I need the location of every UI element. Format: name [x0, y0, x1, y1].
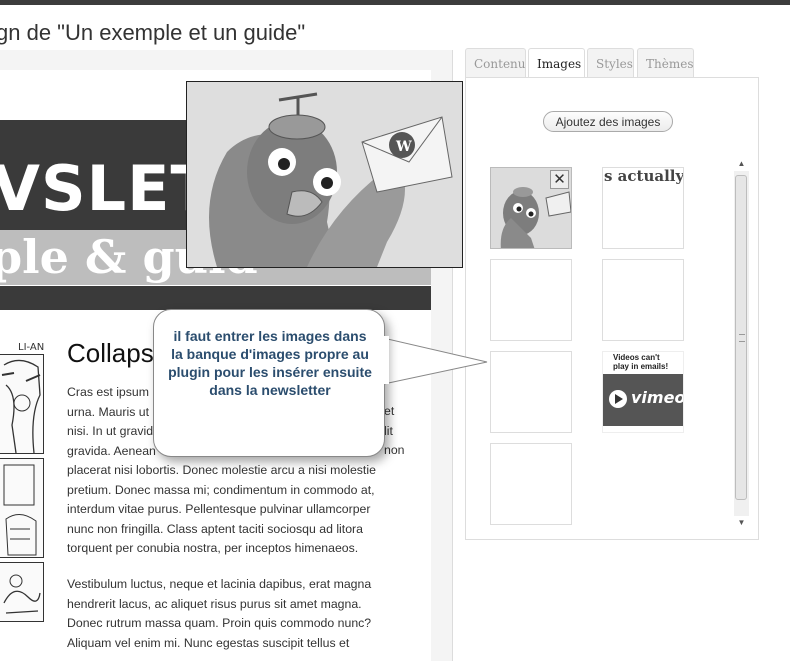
text-line: pretium. Donec massa mi; condimentum in … [67, 482, 375, 497]
add-images-button[interactable]: Ajoutez des images [543, 111, 673, 132]
tab-images[interactable]: Images [528, 48, 585, 79]
paragraph-fragments: et lit non [384, 402, 405, 461]
vimeo-caption-area: Videos can't play in emails! [603, 352, 683, 374]
text-line: Donec rutrum massa quam. Proin quis comm… [67, 616, 372, 630]
vimeo-player: vimeo [603, 374, 684, 426]
comic-panel [0, 354, 44, 454]
comic-image[interactable]: LI-AN [0, 340, 46, 625]
text-line: hendrerit lacus, ac aliquet risus purus … [67, 596, 362, 611]
callout-pointer-joint [383, 336, 389, 384]
text-line: Vestibulum luctus, neque et lacinia dapi… [67, 577, 372, 591]
tab-styles[interactable]: Styles [587, 48, 634, 77]
play-icon [609, 390, 627, 408]
banner-strip [0, 286, 431, 310]
remove-image-button[interactable]: ✕ [550, 170, 569, 189]
page-title: gn de "Un exemple et un guide" [0, 20, 306, 45]
thumb-text: s actually [604, 167, 684, 185]
callout-pointer [378, 336, 488, 386]
callout-text: il faut entrer les images dans la banque… [168, 328, 372, 398]
article-paragraph-2: Vestibulum luctus, neque et lacinia dapi… [67, 575, 412, 653]
comic-drawing-icon [1, 359, 41, 454]
tab-contenu[interactable]: Contenu [465, 48, 526, 77]
comic-tag: LI-AN [18, 342, 45, 353]
vimeo-caption-line: play in emails! [613, 362, 669, 371]
scroll-down-icon[interactable]: ▼ [734, 516, 749, 530]
image-thumb-empty[interactable] [602, 259, 684, 341]
callout-bubble: il faut entrer les images dans la banque… [153, 309, 385, 457]
vimeo-caption-line: Videos can't [613, 353, 660, 362]
grip-icon [739, 334, 745, 342]
comic-drawing-icon [3, 464, 37, 556]
article-title: Collaps [67, 338, 154, 368]
scroll-thumb[interactable] [735, 175, 747, 500]
image-thumb-empty[interactable] [490, 259, 572, 341]
bird-mascot-icon: W [187, 82, 462, 267]
image-thumb-vimeo[interactable]: Videos can't play in emails! vimeo [602, 351, 684, 433]
text-fragment: et [384, 404, 395, 418]
comic-panel [0, 562, 44, 622]
scroll-up-icon[interactable]: ▲ [734, 157, 749, 171]
image-thumb-text[interactable]: s actually [602, 167, 684, 249]
text-line: torquent per conubia nostra, per incepto… [67, 541, 359, 555]
image-thumb-empty[interactable] [490, 443, 572, 525]
vimeo-caption: Videos can't play in emails! [613, 353, 668, 371]
image-thumb-bird[interactable]: ✕ [490, 167, 572, 249]
text-line: nunc non fringilla. Class aptent taciti … [67, 521, 363, 536]
image-preview: W [186, 81, 463, 268]
text-fragment: non [384, 443, 405, 457]
text-fragment: lit [384, 423, 393, 438]
text-line: placerat nisi lobortis. Donec molestie a… [67, 463, 376, 477]
images-scrollbar[interactable]: ▲ ▼ [734, 157, 749, 530]
comic-drawing-icon [3, 574, 41, 614]
top-bar [0, 0, 790, 5]
text-line: Aliquam vel enim mi. Nunc egestas suscip… [67, 635, 350, 650]
image-thumb-empty[interactable] [490, 351, 572, 433]
tab-themes[interactable]: Thèmes [637, 48, 694, 77]
text-line: interdum vitae purus. Pellentesque pulvi… [67, 502, 371, 516]
comic-panel [0, 458, 44, 558]
vimeo-logo: vimeo [631, 388, 684, 407]
svg-text:W: W [395, 139, 412, 155]
